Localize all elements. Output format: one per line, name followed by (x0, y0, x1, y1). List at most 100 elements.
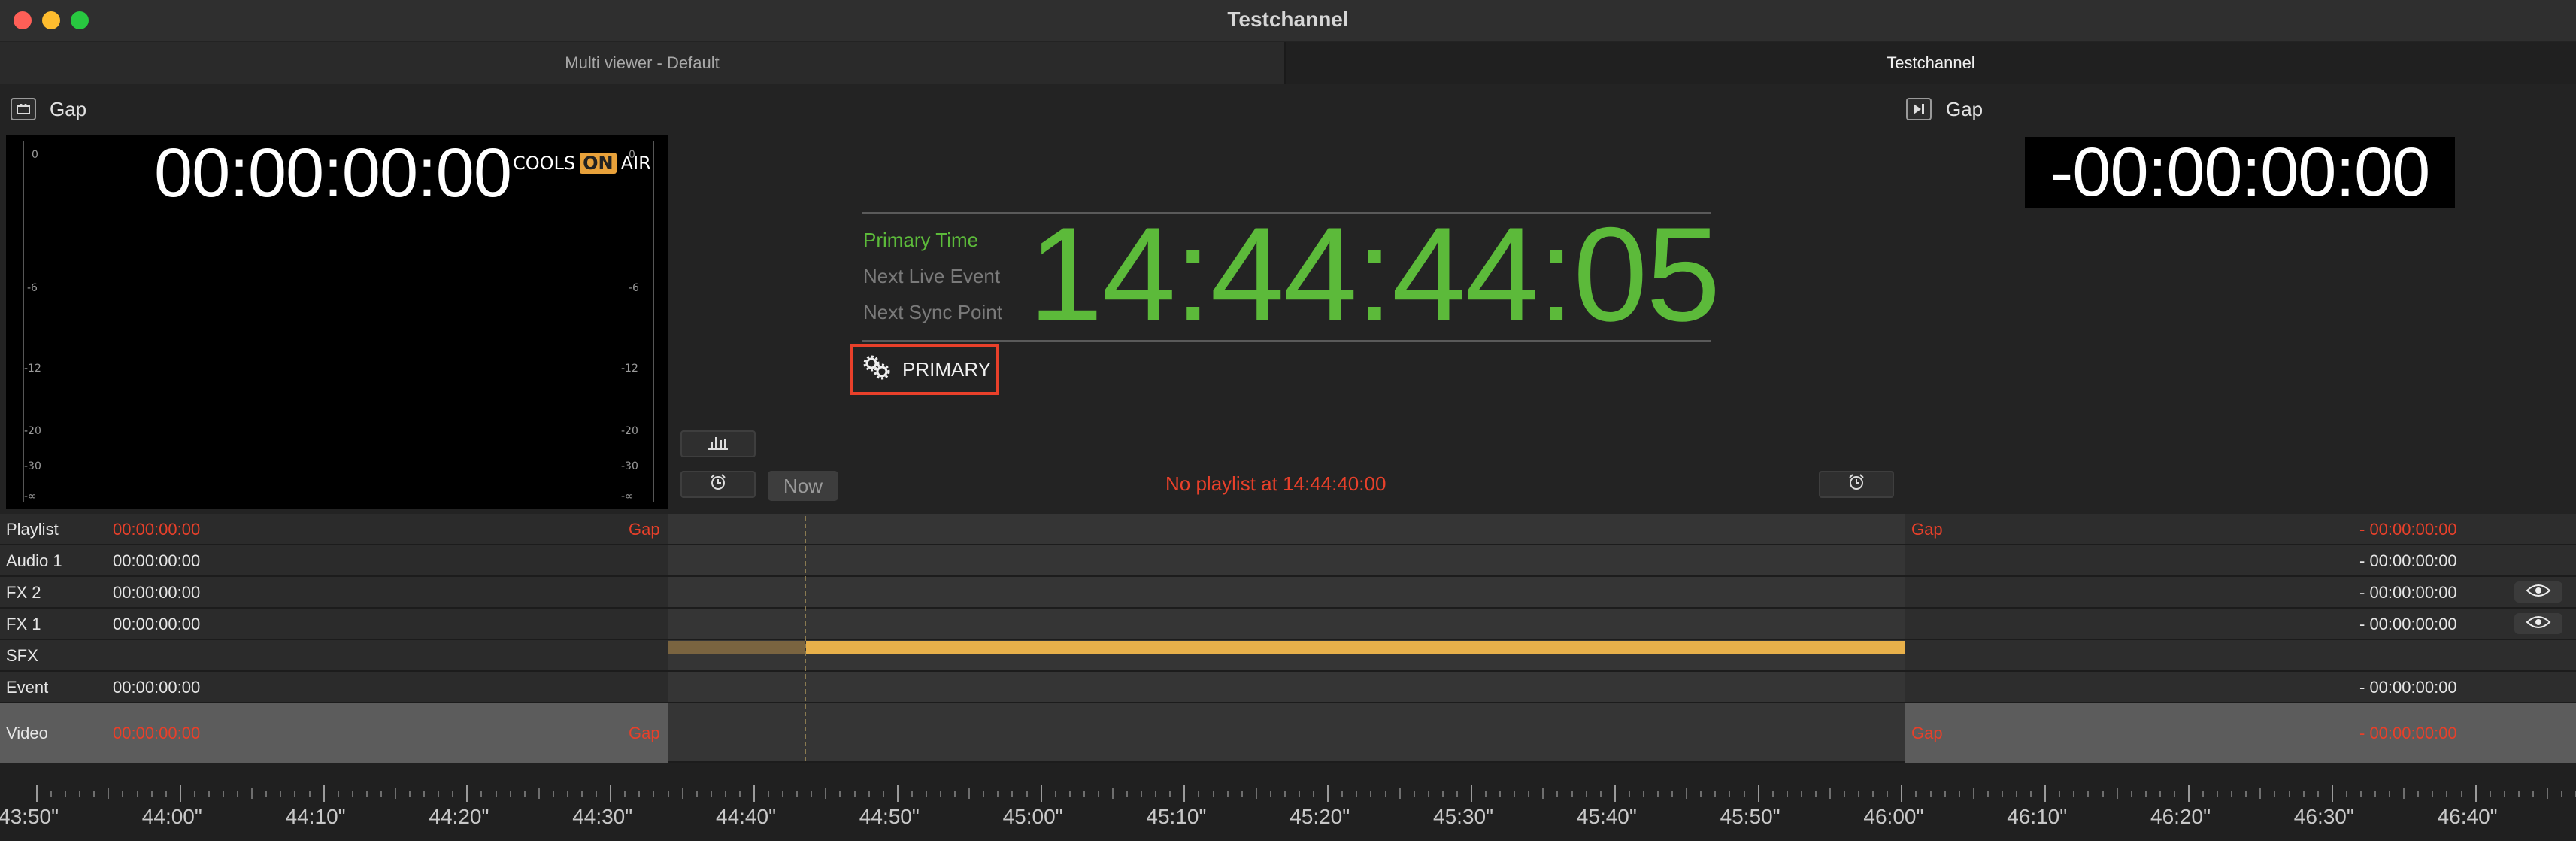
meter-toggle-button[interactable] (680, 430, 756, 457)
ruler-minor-tick (165, 791, 167, 797)
ruler-major-tick (1614, 785, 1616, 802)
ruler-major-tick (896, 785, 899, 802)
track-row-event[interactable] (0, 672, 2576, 703)
now-button[interactable]: Now (768, 471, 838, 501)
ruler-minor-tick (566, 791, 568, 797)
next-countdown-timecode: -00:00:00:00 (2025, 137, 2455, 208)
ruler-minor-tick (2446, 791, 2448, 797)
ruler-minor-tick (1599, 791, 1602, 797)
ruler-minor-tick (882, 791, 884, 797)
next-item-label: Gap (1946, 98, 1984, 120)
track-name: Event (6, 678, 49, 697)
ruler-minor-tick (2159, 791, 2161, 797)
track-row-audio-1[interactable] (0, 545, 2576, 577)
ruler-minor-tick (50, 791, 53, 797)
ruler-minor-tick (1299, 791, 1301, 797)
audio-meter-right (653, 141, 665, 502)
ruler-major-tick (1040, 785, 1042, 802)
ruler-minor-tick (265, 791, 268, 797)
ruler-minor-tick (1556, 791, 1559, 797)
ruler-minor-tick (2403, 788, 2405, 799)
ruler-major-tick (36, 785, 38, 802)
video-track-next (1905, 703, 2576, 763)
clock-mode-next-live-event[interactable]: Next Live Event (863, 265, 1000, 288)
meter-tick: -20 (621, 425, 638, 437)
ruler-minor-tick (395, 788, 396, 799)
tab-testchannel[interactable]: Testchannel (1286, 42, 2576, 84)
ruler-minor-tick (1528, 791, 1530, 797)
track-timecode: 00:00:00:00 (113, 583, 201, 602)
track-row-fx-2[interactable] (0, 577, 2576, 609)
ruler-minor-tick (1628, 791, 1630, 797)
ruler-minor-tick (2173, 791, 2175, 797)
ruler-minor-tick (596, 791, 598, 797)
ruler-minor-tick (1571, 791, 1573, 797)
ruler-minor-tick (1384, 791, 1386, 797)
track-row-video[interactable] (0, 703, 2576, 763)
ruler-minor-tick (681, 788, 683, 799)
ruler-minor-tick (122, 791, 124, 797)
ruler-minor-tick (1126, 791, 1129, 797)
meter-tick: -6 (27, 282, 38, 294)
ruler-minor-tick (423, 791, 426, 797)
ruler-minor-tick (1514, 791, 1516, 797)
ruler-minor-tick (1283, 791, 1286, 797)
ruler-major-tick (179, 785, 181, 802)
track-row-fx-1[interactable] (0, 609, 2576, 640)
ruler-major-tick (466, 785, 468, 802)
alarm-button-left[interactable] (680, 471, 756, 498)
fx2-visibility-button[interactable] (2514, 581, 2562, 603)
ruler-minor-tick (1872, 791, 1874, 797)
ruler-minor-tick (1198, 791, 1200, 797)
ruler-minor-tick (1771, 791, 1774, 797)
ruler-label: 45:40" (1576, 805, 1637, 828)
clock-mode-next-sync-point[interactable]: Next Sync Point (863, 301, 1002, 324)
ruler-minor-tick (2302, 791, 2305, 797)
meter-tick: -30 (621, 460, 638, 472)
video-track-header (0, 703, 668, 763)
ruler-minor-tick (294, 791, 296, 797)
ruler-minor-tick (223, 791, 225, 797)
ruler-minor-tick (193, 791, 195, 797)
track-name: Audio 1 (6, 551, 62, 570)
tab-multi-viewer[interactable]: Multi viewer - Default (0, 42, 1286, 84)
ruler-minor-tick (1155, 791, 1157, 797)
ruler-minor-tick (2374, 791, 2377, 797)
ruler-minor-tick (581, 791, 583, 797)
current-timecode: 00:00:00:00 (154, 135, 512, 211)
ruler-minor-tick (2202, 791, 2205, 797)
ruler-minor-tick (997, 791, 999, 797)
ruler-minor-tick (839, 791, 841, 797)
fx1-visibility-button[interactable] (2514, 613, 2562, 634)
ruler-minor-tick (1585, 791, 1587, 797)
alarm-clock-icon (1847, 473, 1866, 496)
ruler-minor-tick (954, 791, 956, 797)
primary-mode-button[interactable]: PRIMARY (850, 344, 999, 395)
alarm-button-right[interactable] (1819, 471, 1894, 498)
ruler-minor-tick (1212, 791, 1214, 797)
ruler-minor-tick (983, 791, 985, 797)
ruler-minor-tick (1356, 791, 1358, 797)
sfx-clip[interactable] (806, 641, 1905, 654)
ruler-minor-tick (1427, 791, 1429, 797)
ruler-minor-tick (2259, 788, 2262, 799)
ruler-minor-tick (1313, 791, 1315, 797)
ruler-label: 46:30" (2293, 805, 2354, 828)
clock-mode-primary-time[interactable]: Primary Time (863, 229, 978, 252)
ruler-label: 45:50" (1720, 805, 1780, 828)
ruler-minor-tick (337, 791, 339, 797)
ruler-minor-tick (480, 791, 483, 797)
ruler-minor-tick (1083, 791, 1085, 797)
ruler-minor-tick (1370, 791, 1372, 797)
sfx-clip-past[interactable] (668, 641, 805, 654)
gears-icon (863, 355, 892, 384)
time-ruler[interactable] (0, 763, 2576, 841)
ruler-minor-tick (1456, 791, 1458, 797)
ruler-minor-tick (251, 788, 253, 799)
meter-tick: -∞ (621, 490, 634, 502)
track-row-playlist[interactable] (0, 514, 2576, 545)
track-timecode: 00:00:00:00 (113, 520, 201, 539)
ruler-minor-tick (452, 791, 454, 797)
ruler-minor-tick (2245, 791, 2247, 797)
track-next-timecode: - 00:00:00:00 (2359, 678, 2457, 697)
